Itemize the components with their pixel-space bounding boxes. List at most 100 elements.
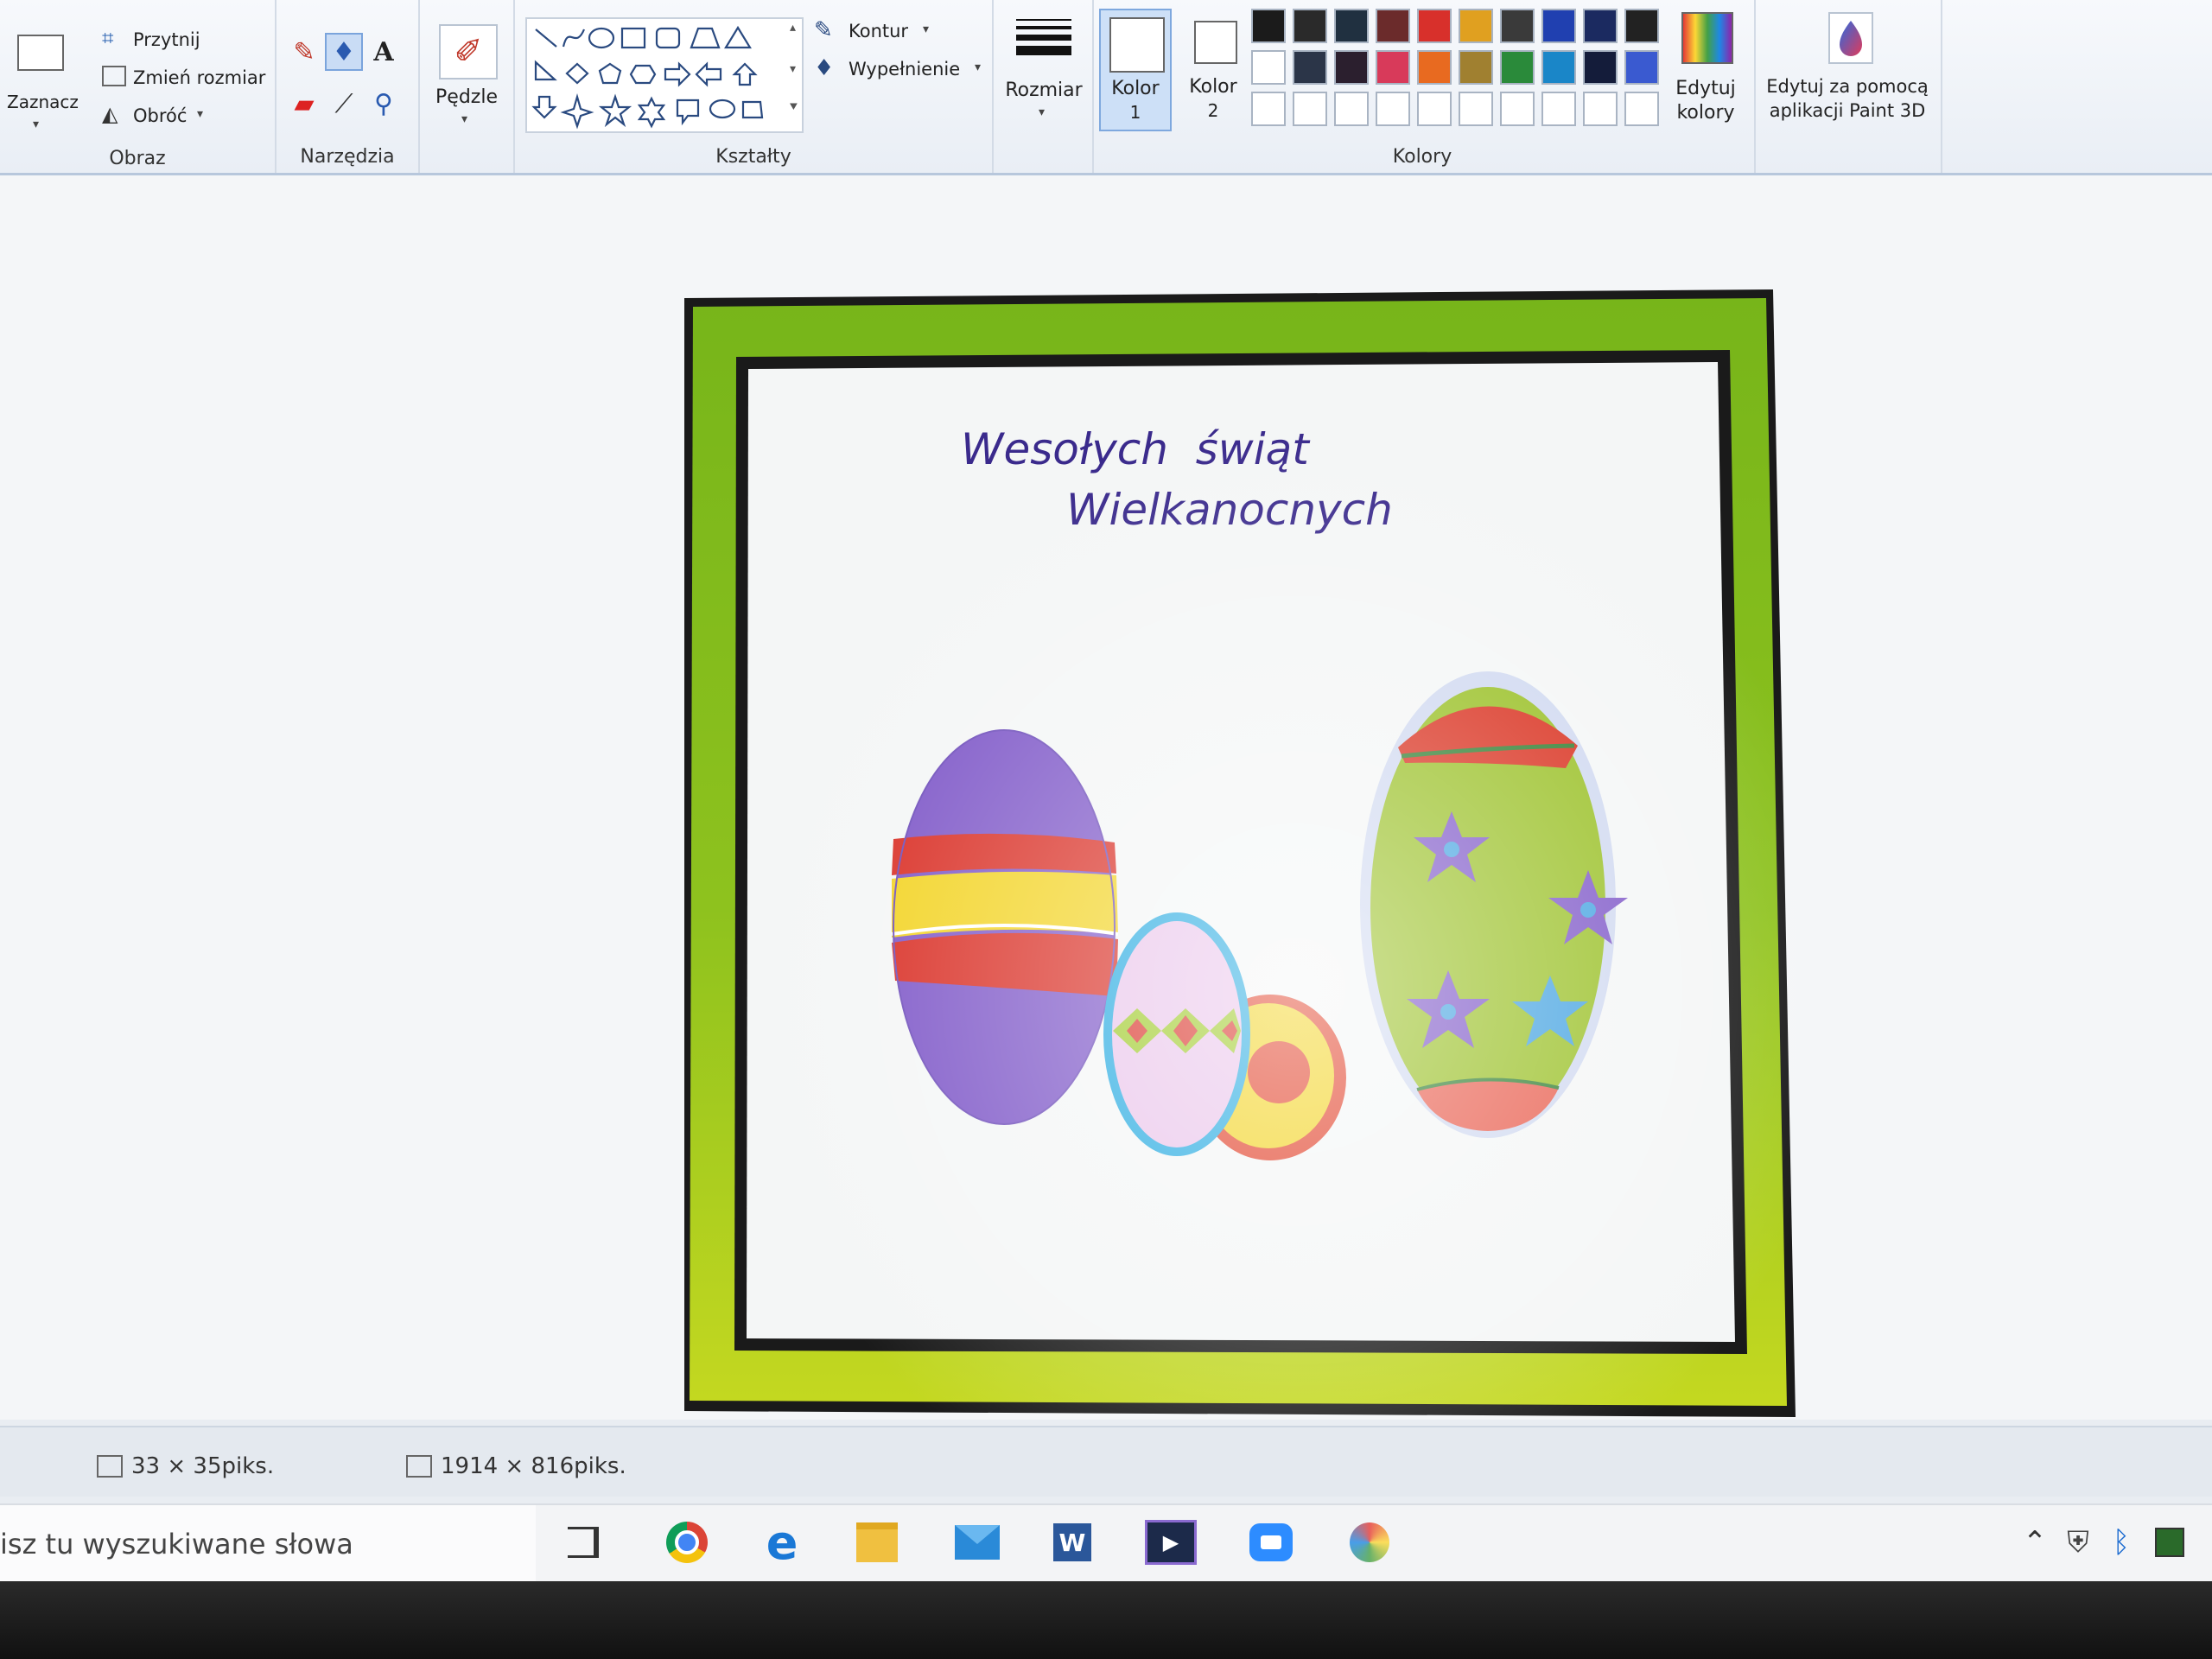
chevron-down-icon: ▾ bbox=[1039, 105, 1046, 119]
color1-swatch bbox=[1109, 17, 1165, 73]
pink-diamond-egg bbox=[1103, 912, 1250, 1156]
group-paint3d: Edytuj za pomocą aplikacji Paint 3D bbox=[1754, 0, 1939, 173]
palette-swatch[interactable] bbox=[1541, 92, 1576, 126]
greeting-line-2: Wielkanocnych bbox=[1066, 485, 1393, 535]
color-picker-icon[interactable]: ⟋ bbox=[327, 86, 361, 121]
taskbar: isz tu wyszukiwane słowa e W ▶ ⌃ ⛨ ᛒ bbox=[0, 1503, 2212, 1581]
word-icon[interactable]: W bbox=[1042, 1514, 1103, 1571]
palette-swatch[interactable] bbox=[1334, 9, 1369, 43]
shapes-scroll-down[interactable]: ▾ bbox=[790, 62, 796, 76]
easter-card: Wesołych świąt Wielkanocnych bbox=[679, 289, 1796, 1417]
color2-button[interactable]: Kolor 2 bbox=[1177, 9, 1249, 131]
mail-icon[interactable] bbox=[947, 1514, 1007, 1571]
outline-pen-icon: ✎ bbox=[814, 17, 833, 43]
chrome-icon[interactable] bbox=[657, 1514, 717, 1571]
brushes-label: Pędzle bbox=[435, 86, 498, 108]
crop-icon: ⌗ bbox=[102, 26, 114, 50]
paint-icon[interactable] bbox=[1339, 1514, 1400, 1571]
outline-button[interactable]: ✎ Kontur ▾ bbox=[814, 17, 987, 48]
eraser-icon[interactable]: ▰ bbox=[287, 86, 321, 121]
chevron-down-icon: ▾ bbox=[33, 118, 40, 131]
paint3d-label-1: Edytuj za pomocą bbox=[1766, 76, 1929, 97]
palette-swatch[interactable] bbox=[1583, 50, 1618, 85]
fill-bucket-icon: ♦ bbox=[814, 55, 835, 81]
color1-button[interactable]: Kolor 1 bbox=[1099, 9, 1172, 131]
palette-swatch[interactable] bbox=[1376, 50, 1410, 85]
palette-swatch[interactable] bbox=[1459, 50, 1493, 85]
palette-swatch[interactable] bbox=[1417, 9, 1452, 43]
color1-number: 1 bbox=[1129, 102, 1141, 123]
image-canvas[interactable]: Wesołych świąt Wielkanocnych bbox=[679, 289, 1796, 1417]
palette-swatch[interactable] bbox=[1624, 92, 1659, 126]
group-pedzle: ✐ Pędzle ▾ bbox=[420, 0, 515, 173]
palette-swatch[interactable] bbox=[1417, 50, 1452, 85]
palette-swatch[interactable] bbox=[1459, 9, 1493, 43]
task-view-icon[interactable] bbox=[553, 1514, 613, 1571]
palette-swatch[interactable] bbox=[1541, 50, 1576, 85]
image-size-icon bbox=[406, 1455, 432, 1478]
palette-swatch[interactable] bbox=[1624, 50, 1659, 85]
rainbow-palette-icon bbox=[1681, 12, 1733, 64]
palette-swatch[interactable] bbox=[1376, 9, 1410, 43]
size-label: Rozmiar bbox=[1005, 79, 1083, 101]
pencil-icon[interactable]: ✎ bbox=[287, 35, 321, 69]
edge-icon[interactable]: e bbox=[752, 1514, 812, 1571]
shapes-gallery[interactable] bbox=[525, 17, 804, 133]
shapes-expand[interactable]: ⯆ bbox=[788, 99, 799, 116]
rotate-label: Obróć bbox=[133, 105, 188, 126]
group-obraz: Zaznacz ▾ ⌗ Przytnij Zmień rozmiar ◭ Obr… bbox=[0, 0, 276, 173]
tray-app-icon[interactable] bbox=[2139, 1514, 2200, 1571]
palette-swatch[interactable] bbox=[1293, 50, 1327, 85]
chevron-down-icon: ▾ bbox=[923, 22, 930, 36]
brushes-button[interactable]: ✐ Pędzle ▾ bbox=[430, 21, 503, 133]
crop-button[interactable]: ⌗ Przytnij bbox=[102, 26, 266, 57]
palette-swatch[interactable] bbox=[1293, 9, 1327, 43]
palette-swatch[interactable] bbox=[1500, 9, 1535, 43]
palette-swatch[interactable] bbox=[1376, 92, 1410, 126]
text-tool-icon[interactable]: A bbox=[366, 35, 401, 69]
outline-label: Kontur bbox=[849, 21, 909, 41]
palette-swatch[interactable] bbox=[1293, 92, 1327, 126]
edit-colors-button[interactable]: Edytuj kolory bbox=[1669, 9, 1742, 131]
taskbar-search[interactable]: isz tu wyszukiwane słowa bbox=[0, 1505, 536, 1581]
monitor-bezel bbox=[0, 1581, 2212, 1659]
palette-swatch[interactable] bbox=[1541, 9, 1576, 43]
paint3d-button[interactable]: Edytuj za pomocą aplikacji Paint 3D bbox=[1763, 9, 1932, 131]
select-label: Zaznacz bbox=[7, 92, 79, 112]
fill-bucket-icon[interactable]: ♦ bbox=[325, 33, 363, 71]
palette-swatch[interactable] bbox=[1583, 92, 1618, 126]
palette-swatch[interactable] bbox=[1251, 9, 1286, 43]
palette-swatch[interactable] bbox=[1459, 92, 1493, 126]
rotate-button[interactable]: ◭ Obróć ▾ bbox=[102, 102, 266, 133]
color2-number: 2 bbox=[1207, 100, 1219, 121]
crop-label: Przytnij bbox=[133, 29, 200, 50]
palette-swatch[interactable] bbox=[1334, 50, 1369, 85]
palette-swatch[interactable] bbox=[1500, 50, 1535, 85]
palette-swatch[interactable] bbox=[1417, 92, 1452, 126]
magnifier-icon[interactable]: ⚲ bbox=[366, 86, 401, 121]
palette-swatch[interactable] bbox=[1251, 50, 1286, 85]
fill-button[interactable]: ♦ Wypełnienie ▾ bbox=[814, 55, 987, 86]
resize-button[interactable]: Zmień rozmiar bbox=[102, 64, 266, 95]
file-explorer-icon[interactable] bbox=[847, 1514, 907, 1571]
paint3d-label-2: aplikacji Paint 3D bbox=[1769, 100, 1926, 121]
shapes-scroll-up[interactable]: ▴ bbox=[790, 21, 796, 35]
selection-rect-icon bbox=[97, 1455, 123, 1478]
palette-swatch[interactable] bbox=[1583, 9, 1618, 43]
color-palette bbox=[1251, 9, 1675, 130]
palette-swatch[interactable] bbox=[1251, 92, 1286, 126]
resize-label: Zmień rozmiar bbox=[133, 67, 266, 88]
palette-swatch[interactable] bbox=[1334, 92, 1369, 126]
ribbon: Zaznacz ▾ ⌗ Przytnij Zmień rozmiar ◭ Obr… bbox=[0, 0, 2212, 175]
size-button[interactable]: Rozmiar ▾ bbox=[999, 14, 1089, 126]
search-input[interactable]: isz tu wyszukiwane słowa bbox=[0, 1528, 353, 1560]
color2-swatch bbox=[1194, 21, 1237, 64]
select-button[interactable]: Zaznacz ▾ bbox=[7, 26, 79, 138]
palette-swatch[interactable] bbox=[1624, 9, 1659, 43]
zoom-icon[interactable] bbox=[1241, 1514, 1301, 1571]
palette-swatch[interactable] bbox=[1500, 92, 1535, 126]
media-player-icon[interactable]: ▶ bbox=[1141, 1514, 1201, 1571]
group-label-narzedzia: Narzędzia bbox=[300, 146, 395, 168]
group-ksztalty: ▴ ▾ ⯆ ✎ Kontur ▾ ♦ Wypełnienie ▾ Kształt… bbox=[515, 0, 994, 173]
paint3d-drop-icon bbox=[1840, 21, 1862, 56]
